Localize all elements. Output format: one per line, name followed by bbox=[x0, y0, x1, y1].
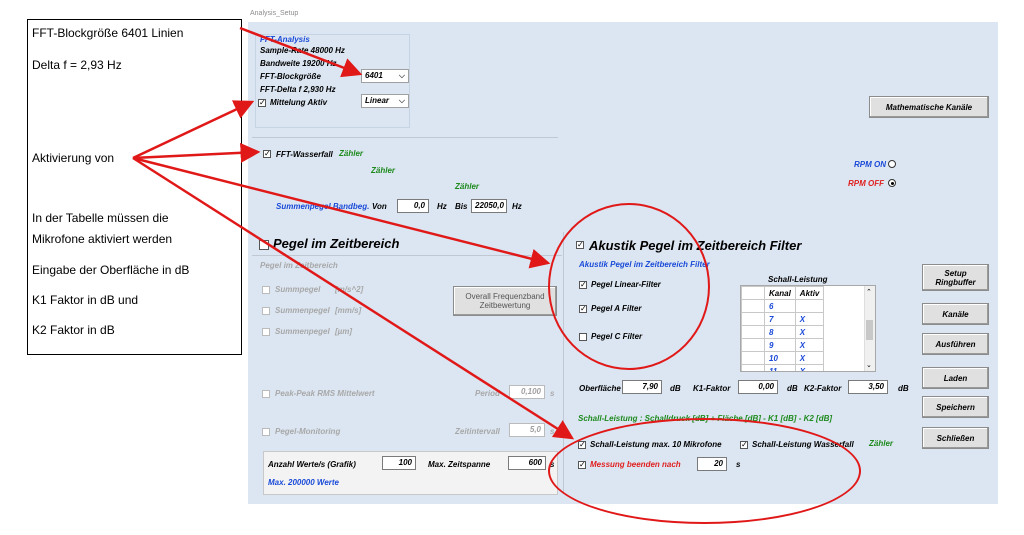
arrow-to-waterfall bbox=[132, 142, 261, 163]
arrow-to-sound-power bbox=[132, 156, 575, 440]
arrow-to-block-size bbox=[239, 26, 363, 78]
arrow-to-averaging bbox=[132, 100, 255, 160]
arrow-to-filters bbox=[132, 156, 551, 269]
annotation-arrows bbox=[132, 26, 575, 440]
